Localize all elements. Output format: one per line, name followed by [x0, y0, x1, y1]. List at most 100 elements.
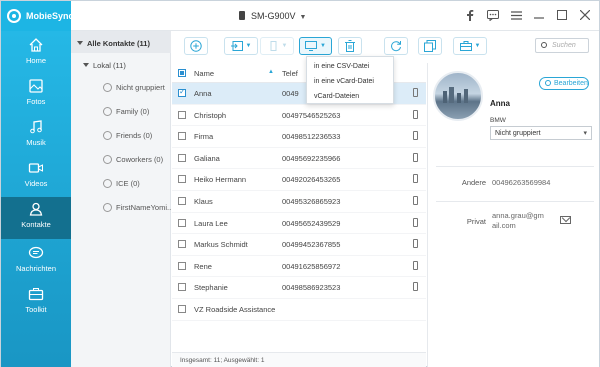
divider [436, 166, 594, 167]
delete-button[interactable] [338, 37, 362, 55]
contact-name: Christoph [194, 110, 227, 120]
nav-toolkit[interactable]: Toolkit [1, 282, 71, 322]
to-device-button[interactable]: ▼ [260, 37, 294, 55]
contact-name: VZ Roadside Assistance [194, 304, 276, 314]
export-to-pc-button[interactable]: ▼ [299, 37, 332, 55]
refresh-button[interactable] [384, 37, 408, 55]
facebook-icon[interactable] [464, 9, 476, 21]
sidebar: Home Fotos Musik Videos Kontakte Nachric… [1, 31, 71, 367]
maximize-icon[interactable] [556, 9, 568, 21]
app-name: MobieSync [26, 11, 74, 21]
row-checkbox[interactable] [178, 218, 186, 227]
row-checkbox[interactable] [178, 175, 186, 184]
group-local[interactable]: Lokal (11) [83, 61, 126, 70]
table-row[interactable]: Klaus 00495326865923 [172, 191, 426, 213]
phone-icon [413, 152, 418, 162]
menu-item-vcard-file[interactable]: in eine vCard-Datei [307, 74, 393, 89]
row-checkbox[interactable] [178, 132, 186, 141]
group-local-label: Lokal [93, 61, 111, 70]
group-item-count: (0) [143, 131, 153, 140]
nav-kontakte-label: Kontakte [21, 220, 51, 229]
group-item-family[interactable]: Family (0) [103, 107, 171, 123]
email-value-line1[interactable]: anna.grau@gm [492, 211, 544, 220]
minimize-icon[interactable] [533, 9, 545, 21]
person-icon [103, 179, 112, 188]
edit-icon [545, 80, 551, 86]
search-placeholder: Suchen [552, 42, 576, 49]
contact-name: Klaus [194, 196, 213, 206]
row-checkbox[interactable] [178, 87, 186, 97]
contact-name: Markus Schmidt [194, 240, 248, 250]
nav-fotos[interactable]: Fotos [1, 74, 71, 114]
table-row[interactable]: Heiko Hermann 00492026453265 [172, 169, 426, 191]
table-row[interactable]: Laura Lee 00495652439529 [172, 213, 426, 235]
contact-phone: 00498586923523 [282, 283, 341, 293]
nav-nachrichten-label: Nachrichten [15, 264, 57, 273]
feedback-icon[interactable] [487, 9, 499, 21]
nav-videos-label: Videos [24, 179, 48, 188]
row-checkbox[interactable] [178, 153, 186, 162]
nav-videos[interactable]: Videos [1, 156, 71, 196]
group-select[interactable]: Nicht gruppiert ▾ [490, 126, 592, 140]
menu-item-csv[interactable]: in eine CSV-Datei [307, 59, 393, 74]
menu-item-vcard-files[interactable]: vCard-Dateien [307, 89, 393, 104]
table-row[interactable]: Rene 00491625856972 [172, 256, 426, 278]
toolbox-button[interactable]: ▼ [453, 37, 487, 55]
nav-kontakte[interactable]: Kontakte [1, 197, 71, 239]
phone-type-label: Andere [461, 178, 486, 187]
row-checkbox[interactable] [178, 283, 186, 292]
nav-home[interactable]: Home [1, 33, 71, 73]
contact-name: Galiana [194, 153, 220, 163]
table-row[interactable]: Galiana 00495692235966 [172, 148, 426, 170]
add-contact-button[interactable] [184, 37, 208, 55]
group-all-count: (11) [137, 39, 150, 48]
phone-icon [413, 282, 418, 292]
row-checkbox[interactable] [178, 304, 186, 313]
select-all-checkbox[interactable] [178, 69, 186, 77]
person-icon [103, 131, 112, 140]
phone-value[interactable]: 00496263569984 [492, 178, 550, 187]
device-name: SM-G900V [251, 11, 296, 21]
row-checkbox[interactable] [178, 110, 186, 119]
group-item-firstnameyomi[interactable]: FirstNameYomi... [103, 203, 171, 219]
row-checkbox[interactable] [178, 240, 186, 249]
group-item-friends[interactable]: Friends (0) [103, 131, 171, 147]
contact-phone: 00495326865923 [282, 196, 341, 206]
column-header-phone[interactable]: Telef [282, 69, 298, 78]
contact-groups-panel: Alle Kontakte (11) Lokal (11) Nicht grup… [71, 31, 171, 367]
export-dropdown-menu: in eine CSV-Datei in eine vCard-Datei vC… [306, 56, 394, 104]
search-input[interactable]: Suchen [535, 38, 589, 53]
contact-phone: 00491625856972 [282, 261, 341, 271]
column-header-name[interactable]: Name [194, 69, 214, 78]
table-row[interactable]: Firma 00498512236533 [172, 126, 426, 148]
contact-phone: 00497546525263 [282, 110, 341, 120]
sort-asc-icon[interactable]: ▲ [268, 69, 274, 75]
import-button[interactable]: ▼ [224, 37, 258, 55]
group-item-nicht-gruppiert[interactable]: Nicht gruppiert [103, 83, 171, 99]
group-all-contacts[interactable]: Alle Kontakte (11) [71, 31, 171, 53]
group-item-coworkers[interactable]: Coworkers (0) [103, 155, 171, 171]
mail-icon[interactable] [560, 216, 571, 224]
table-row[interactable]: Markus Schmidt 00499452367855 [172, 234, 426, 256]
table-row[interactable]: Stephanie 00498586923523 [172, 277, 426, 299]
nav-toolkit-label: Toolkit [25, 305, 47, 314]
table-row[interactable]: VZ Roadside Assistance [172, 299, 426, 321]
group-item-ice[interactable]: ICE (0) [103, 179, 171, 195]
edit-button[interactable]: Bearbeiten [539, 77, 589, 90]
table-row[interactable]: Christoph 00497546525263 [172, 105, 426, 127]
row-checkbox[interactable] [178, 261, 186, 270]
nav-musik[interactable]: Musik [1, 115, 71, 155]
contact-avatar[interactable] [433, 71, 483, 121]
menu-icon[interactable] [510, 9, 522, 21]
divider [436, 201, 594, 202]
email-value-line2[interactable]: ail.com [492, 221, 516, 230]
contact-detail-company: BMW [490, 117, 506, 124]
row-checkbox[interactable] [178, 196, 186, 205]
group-item-count: (0) [153, 155, 164, 164]
nav-nachrichten[interactable]: Nachrichten [1, 241, 71, 281]
close-icon[interactable] [579, 9, 591, 21]
contact-name: Firma [194, 132, 214, 142]
plus-circle-icon [190, 40, 202, 52]
device-selector[interactable]: SM-G900V ▼ [239, 11, 306, 21]
duplicate-button[interactable] [418, 37, 442, 55]
